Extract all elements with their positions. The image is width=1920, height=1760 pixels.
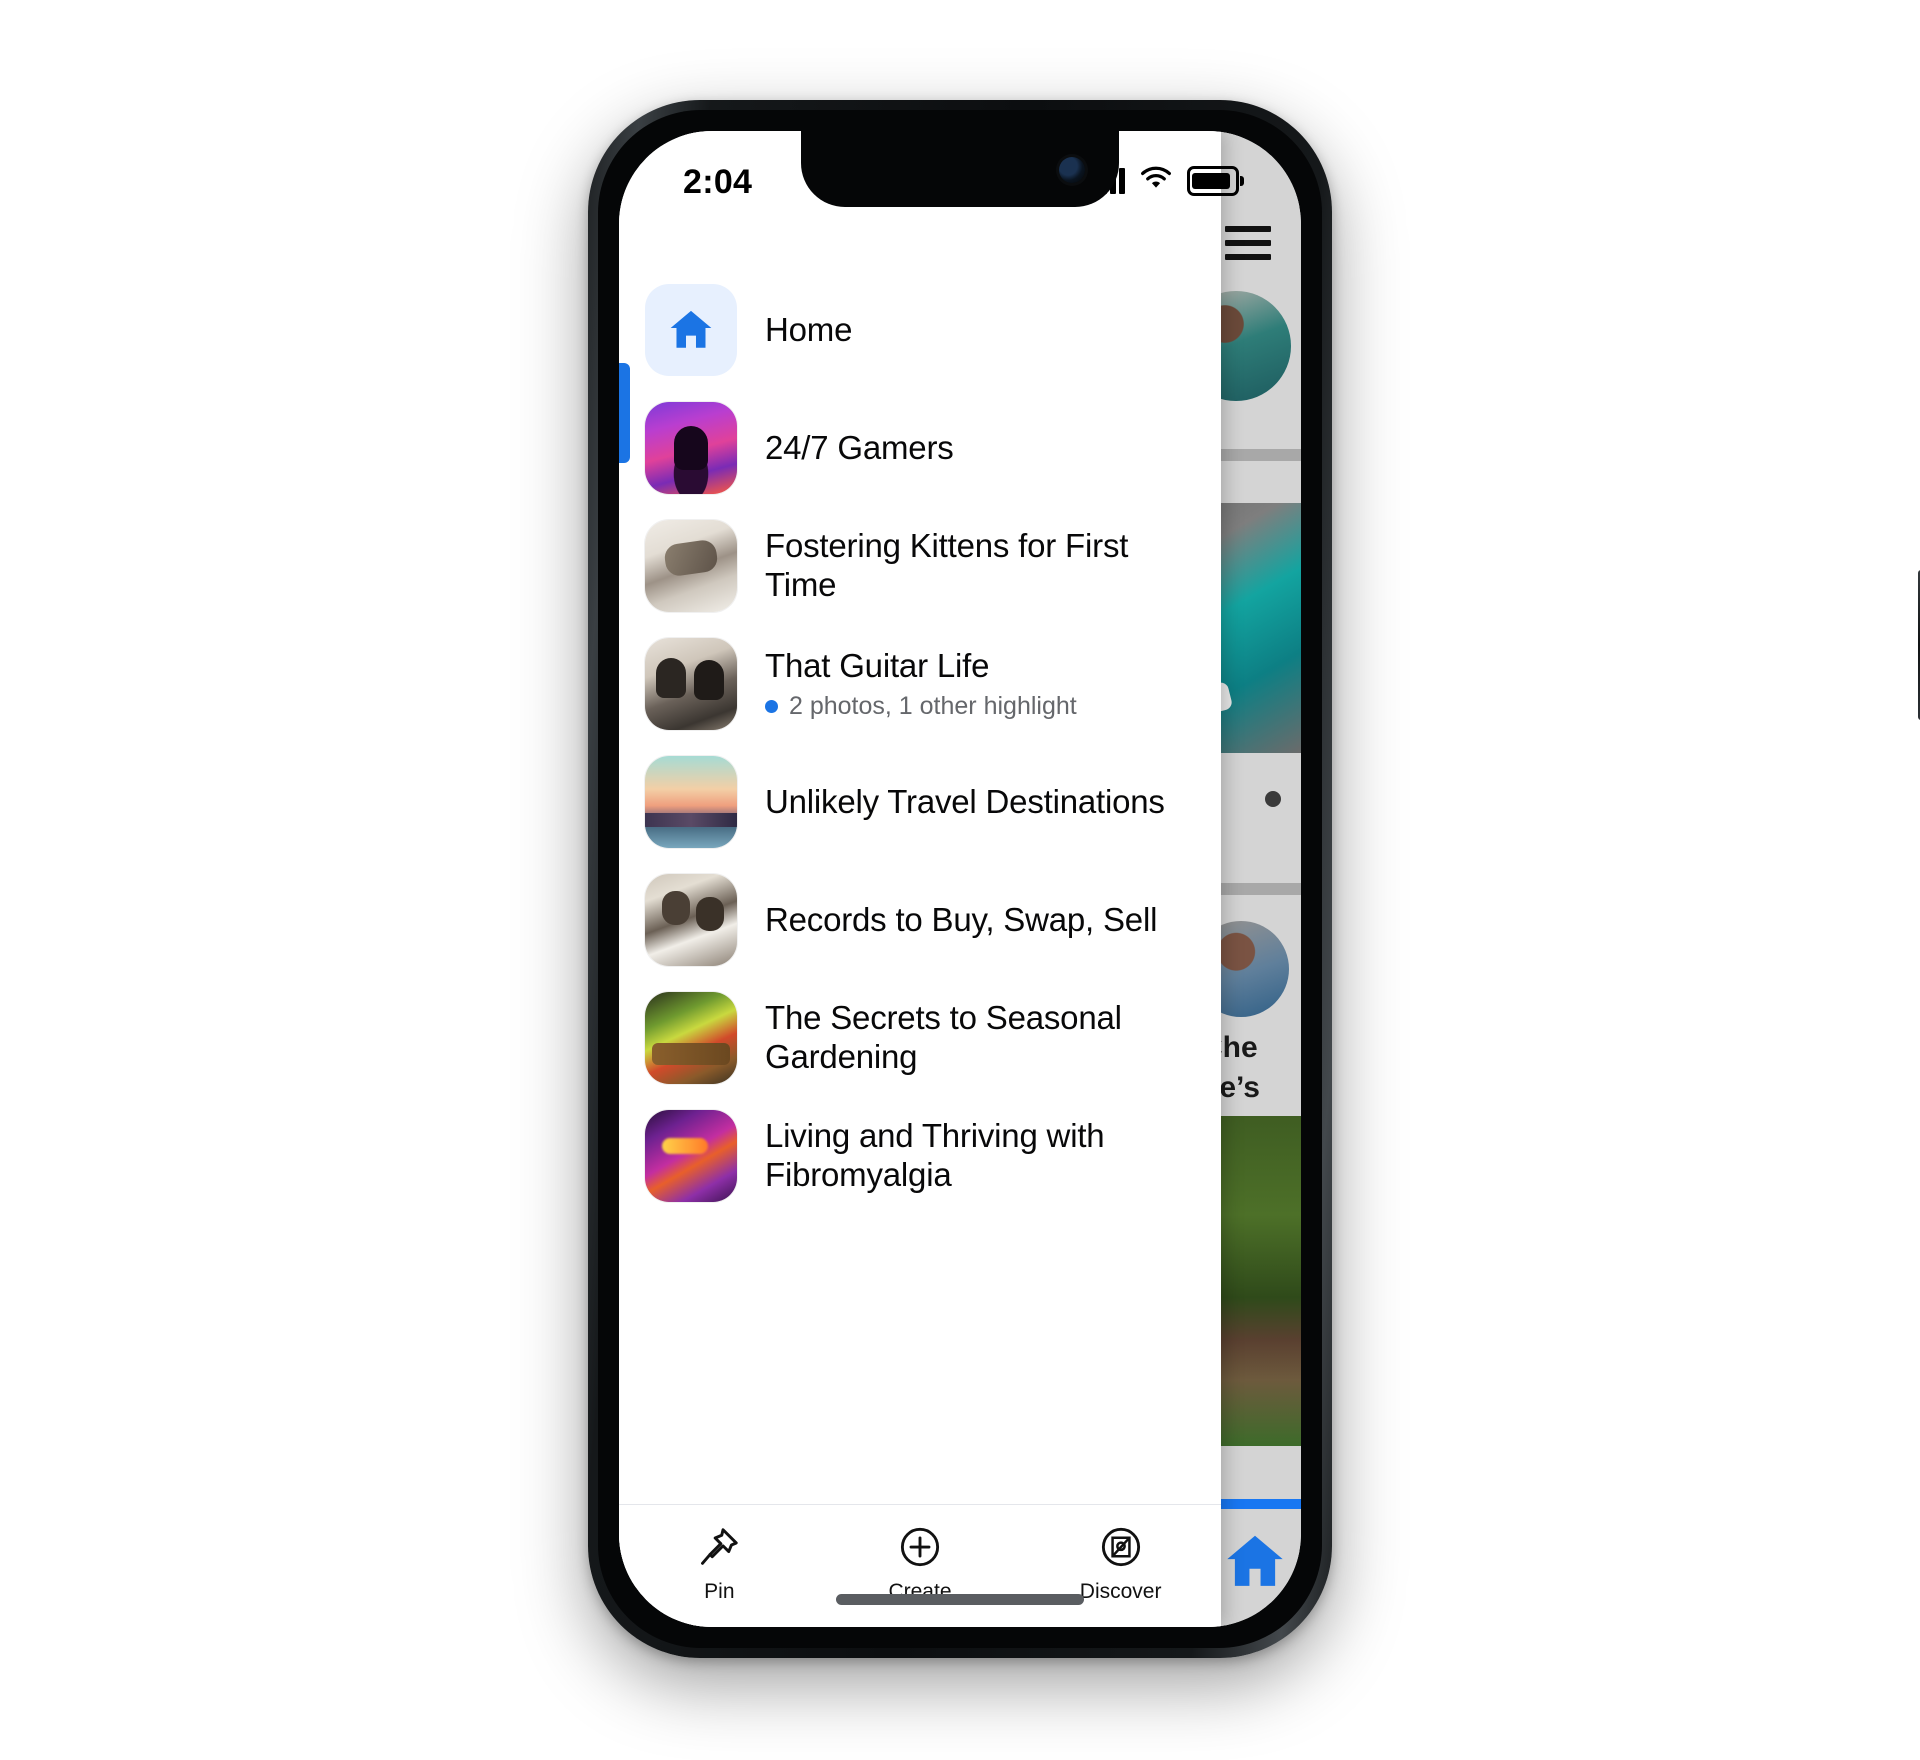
drawer-item-24-7-gamers[interactable]: 24/7 Gamers (619, 389, 1221, 507)
drawer-item-label: Unlikely Travel Destinations (765, 782, 1165, 820)
group-thumbnail-icon (645, 874, 737, 966)
drawer-item-list: Home 24/7 Gamers Fostering Kittens for F… (619, 131, 1221, 1504)
hamburger-menu-icon[interactable] (1225, 226, 1271, 260)
unread-dot-icon (765, 699, 778, 713)
drawer-item-text: Home (765, 311, 852, 350)
home-indicator[interactable] (836, 1594, 1084, 1605)
nav-item-label: Pin (704, 1579, 735, 1603)
nav-item-discover[interactable]: Discover (1046, 1523, 1196, 1604)
drawer-item-home[interactable]: Home (619, 271, 1221, 389)
drawer-item-subtitle-row: 2 photos, 1 other highlight (765, 692, 1077, 721)
navigation-drawer: Home 24/7 Gamers Fostering Kittens for F… (619, 131, 1221, 1627)
nav-item-label: Discover (1079, 1579, 1162, 1603)
drawer-item-text: Fostering Kittens for First Time (765, 527, 1195, 605)
drawer-item-label: Fostering Kittens for First Time (765, 527, 1129, 603)
discover-compass-icon (1097, 1523, 1145, 1571)
feed-options-icon[interactable] (1265, 791, 1281, 807)
group-thumbnail-icon (645, 402, 737, 494)
drawer-item-label: Records to Buy, Swap, Sell (765, 900, 1158, 938)
phone-bezel: Che he’s Home 24/7 Gamers Fostering Kitt… (598, 110, 1322, 1648)
drawer-item-seasonal-gardening[interactable]: The Secrets to Seasonal Gardening (619, 979, 1221, 1097)
selected-item-indicator (619, 363, 630, 463)
group-thumbnail-icon (645, 520, 737, 612)
phone-screen: Che he’s Home 24/7 Gamers Fostering Kitt… (619, 131, 1301, 1627)
bottom-navigation-bar: Pin Create Discover (619, 1504, 1221, 1627)
feed-home-icon[interactable] (1215, 1527, 1295, 1597)
group-thumbnail-icon (645, 992, 737, 1084)
drawer-item-label: The Secrets to Seasonal Gardening (765, 999, 1122, 1075)
home-icon (645, 284, 737, 376)
drawer-item-label: Living and Thriving with Fibromyalgia (765, 1117, 1105, 1193)
pin-icon (695, 1523, 743, 1571)
drawer-item-label: Home (765, 310, 853, 348)
drawer-item-text: 24/7 Gamers (765, 429, 954, 468)
drawer-item-fostering-kittens[interactable]: Fostering Kittens for First Time (619, 507, 1221, 625)
drawer-item-label: That Guitar Life (765, 647, 990, 685)
drawer-item-label: 24/7 Gamers (765, 428, 954, 466)
drawer-item-that-guitar-life[interactable]: That Guitar Life 2 photos, 1 other highl… (619, 625, 1221, 743)
drawer-item-text: The Secrets to Seasonal Gardening (765, 999, 1155, 1077)
drawer-item-text: That Guitar Life 2 photos, 1 other highl… (765, 647, 1077, 721)
phone-device-frame: Che he’s Home 24/7 Gamers Fostering Kitt… (588, 100, 1920, 1658)
drawer-item-text: Records to Buy, Swap, Sell (765, 901, 1157, 940)
drawer-item-text: Living and Thriving with Fibromyalgia (765, 1117, 1145, 1195)
front-camera-icon (1059, 157, 1085, 183)
plus-circle-icon (896, 1523, 944, 1571)
drawer-item-unlikely-travel-destinations[interactable]: Unlikely Travel Destinations (619, 743, 1221, 861)
phone-notch (801, 131, 1119, 207)
drawer-item-subtitle: 2 photos, 1 other highlight (789, 691, 1077, 720)
drawer-item-records-to-buy-swap-sell[interactable]: Records to Buy, Swap, Sell (619, 861, 1221, 979)
group-thumbnail-icon (645, 1110, 737, 1202)
drawer-item-fibromyalgia[interactable]: Living and Thriving with Fibromyalgia (619, 1097, 1221, 1215)
drawer-item-text: Unlikely Travel Destinations (765, 783, 1165, 822)
group-thumbnail-icon (645, 756, 737, 848)
nav-item-pin[interactable]: Pin (644, 1523, 794, 1604)
group-thumbnail-icon (645, 638, 737, 730)
nav-item-create[interactable]: Create (845, 1523, 995, 1604)
